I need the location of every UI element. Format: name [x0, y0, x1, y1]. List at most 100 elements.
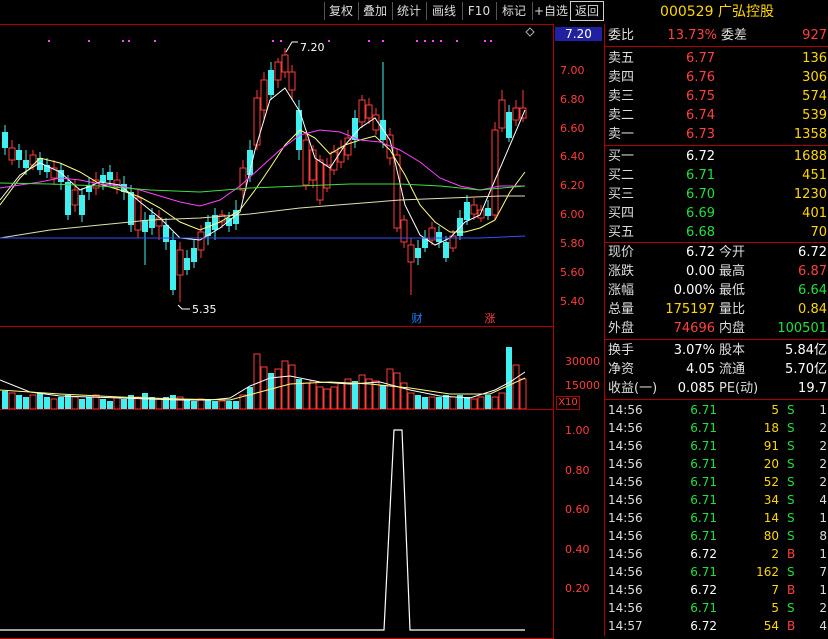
volume-bar: [464, 397, 470, 409]
tick-price: 6.71: [690, 565, 717, 579]
volume-bar: [415, 395, 421, 409]
tick-time: 14:56: [608, 547, 643, 561]
volume-multiplier: X10: [556, 396, 580, 410]
draw-line-button[interactable]: 画线: [426, 2, 461, 20]
volume-bar: [352, 381, 358, 409]
tick-price: 6.71: [690, 601, 717, 615]
ask-row: 卖四 6.76 306: [608, 70, 827, 85]
stock-title: 000529 广弘控股: [606, 0, 828, 24]
candle-body: [443, 242, 449, 258]
add-favorite-button[interactable]: +自选: [532, 2, 569, 20]
tick-side: S: [787, 601, 795, 615]
quote-row: 外盘 74696 内盘 100501: [608, 321, 827, 336]
candle-body: [485, 208, 491, 216]
volume-bars: [2, 347, 527, 409]
ask-row: 卖五 6.77 136: [608, 51, 827, 66]
tick-side: S: [787, 565, 795, 579]
tick-volume: 162: [756, 565, 779, 579]
volume-bar: [274, 368, 282, 409]
volume-bar: [29, 394, 37, 409]
y-tick: 7.00: [560, 64, 585, 77]
candle-body: [358, 99, 366, 123]
ask-row: 卖三 6.75 574: [608, 89, 827, 104]
volume-bar: [323, 388, 331, 409]
tick-price: 6.72: [690, 619, 717, 633]
bid-row: 买五 6.68 70: [608, 225, 827, 240]
kline-chart: [0, 27, 535, 310]
candle-body: [506, 112, 512, 138]
volume-bar: [121, 399, 127, 409]
volume-bar: [428, 396, 436, 409]
candle-body: [268, 70, 274, 95]
volume-bar: [393, 372, 401, 409]
tick-count: 2: [819, 475, 827, 489]
tick-row: 14:56 6.71 91 S 2: [605, 437, 828, 455]
tick-volume: 52: [763, 475, 779, 489]
limit-up-badge[interactable]: 涨: [483, 312, 497, 325]
tick-volume: 18: [763, 421, 779, 435]
candle-body: [134, 197, 142, 231]
candle-body: [170, 240, 176, 290]
y-tick: 5.40: [560, 295, 585, 308]
tick-side: S: [787, 511, 795, 525]
tick-time: 14:56: [608, 439, 643, 453]
tick-side: B: [787, 547, 796, 561]
order-ratio-value: 13.73%: [667, 28, 717, 43]
tick-side: S: [787, 493, 795, 507]
overlay-button[interactable]: 叠加: [358, 2, 391, 20]
tick-row: 14:56 6.71 5 S 1: [605, 401, 828, 419]
tick-time: 14:56: [608, 583, 643, 597]
finance-badge[interactable]: 财: [410, 312, 424, 325]
y-tick: 6.00: [560, 208, 585, 221]
tick-time: 14:56: [608, 493, 643, 507]
candle-body: [142, 220, 148, 232]
chart-toolbar: 复权 叠加 统计 画线 F10 标记 +自选 返回: [0, 0, 604, 22]
vol-y-tick: 30000: [565, 355, 600, 368]
candle-body: [197, 231, 205, 251]
candle-body: [470, 204, 478, 215]
tick-row: 14:57 6.72 54 B 4: [605, 617, 828, 635]
y-tick: 6.60: [560, 122, 585, 135]
fuquan-button[interactable]: 复权: [324, 2, 357, 20]
diamond-icon: [525, 27, 535, 37]
tick-row: 14:56 6.71 20 S 2: [605, 455, 828, 473]
candle-body: [344, 137, 352, 156]
candle-body: [65, 182, 71, 215]
ind-y-tick: 0.40: [565, 543, 590, 556]
ask-row: 卖一 6.73 1358: [608, 127, 827, 142]
tick-list[interactable]: 14:56 6.71 5 S 1 14:56 6.71 18 S 2 14:56 6.71 91 S 2 14…: [605, 401, 828, 636]
vol-y-tick: 15000: [565, 379, 600, 392]
mark-button[interactable]: 标记: [496, 2, 531, 20]
tick-count: 1: [819, 403, 827, 417]
stats-button[interactable]: 统计: [392, 2, 425, 20]
tick-time: 14:56: [608, 475, 643, 489]
f10-button[interactable]: F10: [462, 2, 495, 20]
back-button[interactable]: 返回: [570, 1, 604, 21]
tick-row: 14:56 6.71 18 S 2: [605, 419, 828, 437]
candle-body: [464, 202, 470, 220]
candle-body: [512, 107, 520, 121]
volume-bar: [65, 395, 71, 409]
tick-volume: 54: [763, 619, 779, 633]
volume-bar: [226, 401, 232, 409]
candlestick-series: [2, 48, 527, 302]
volume-bar: [316, 386, 324, 409]
quote-row: 总量 175197 量比 0.84: [608, 302, 827, 317]
tick-row: 14:56 6.71 162 S 7: [605, 563, 828, 581]
candle-body: [365, 104, 373, 119]
low-pointer: [177, 304, 190, 310]
tick-price: 6.71: [690, 403, 717, 417]
volume-chart: [0, 347, 527, 409]
candle-body: [309, 149, 317, 181]
tick-price: 6.71: [690, 529, 717, 543]
quote-row: 涨幅 0.00% 最低 6.64: [608, 283, 827, 298]
indicator-line: [0, 429, 525, 631]
volume-bar: [212, 401, 218, 409]
tick-count: 8: [819, 529, 827, 543]
volume-bar: [380, 385, 386, 409]
tick-volume: 7: [771, 583, 779, 597]
tick-count: 2: [819, 457, 827, 471]
stock-code: 000529: [660, 4, 714, 20]
tick-volume: 80: [763, 529, 779, 543]
volume-bar: [302, 382, 310, 409]
